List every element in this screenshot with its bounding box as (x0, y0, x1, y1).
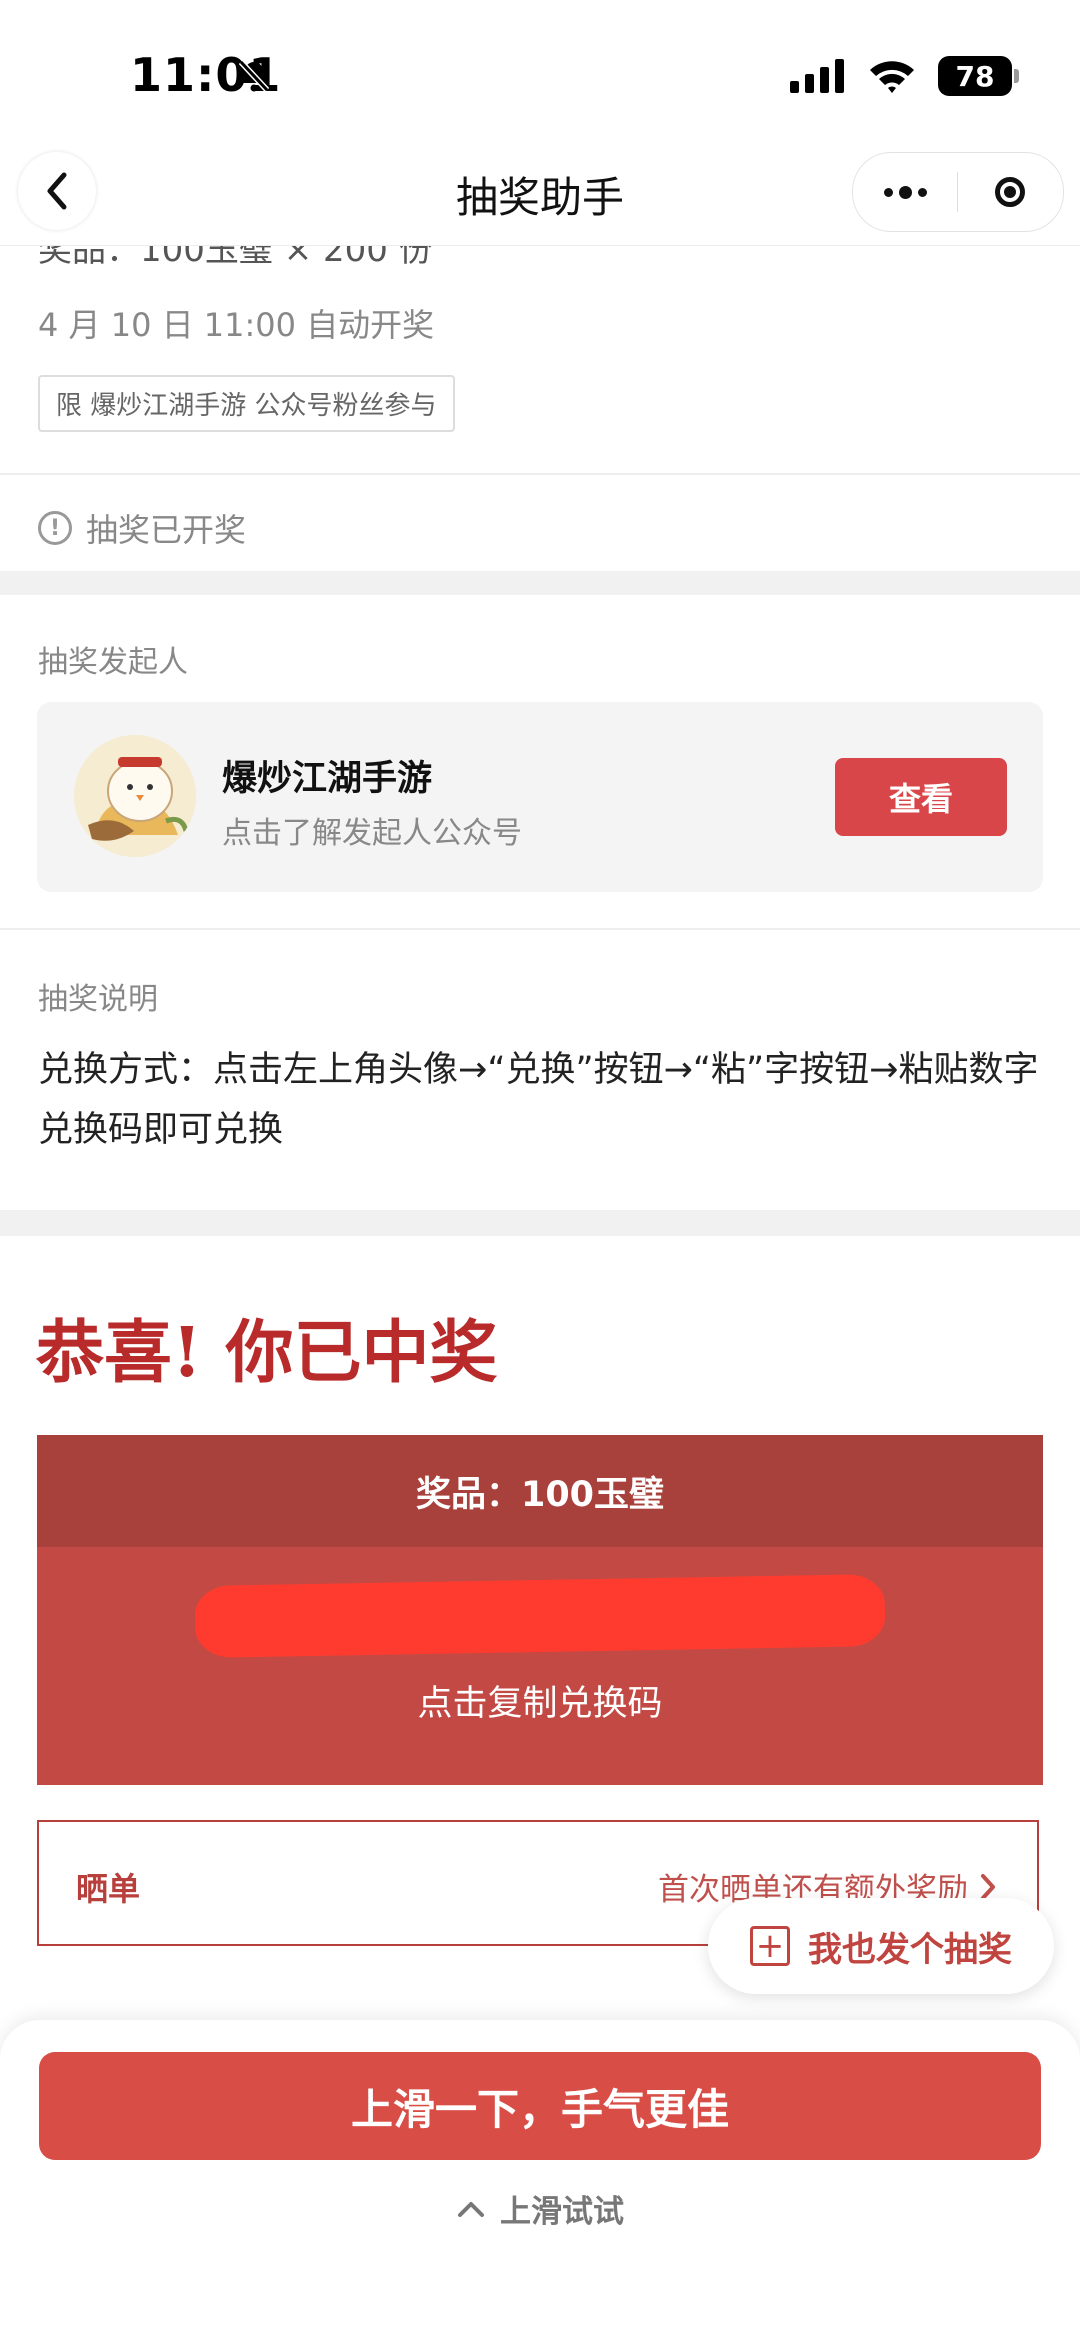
view-organizer-button[interactable]: 查看 (835, 758, 1007, 836)
close-mini-program-button[interactable] (958, 153, 1062, 231)
draw-status-text: 抽奖已开奖 (86, 511, 247, 549)
status-icons: 78 (790, 56, 1019, 96)
swipe-up-button[interactable]: 上滑一下，手气更佳 (39, 2052, 1041, 2160)
swipe-hint-text: 上滑试试 (500, 2194, 624, 2230)
congrats-heading: 恭喜! 你已中奖 (36, 1313, 498, 1393)
divider (0, 473, 1080, 475)
redacted-code-mark (194, 1573, 886, 1659)
swipe-hint[interactable]: 上滑试试 (0, 2186, 1080, 2231)
battery-indicator: 78 (938, 56, 1019, 96)
organizer-section-label: 抽奖发起人 (38, 645, 188, 680)
description-text: 兑换方式：点击左上角头像→“兑换”按钮→“粘”字按钮→粘贴数字兑换码即可兑换 (38, 1050, 1039, 1150)
participation-limit-tag: 限 爆炒江湖手游 公众号粉丝参与 (38, 375, 455, 432)
bell-mute-icon (236, 58, 272, 98)
more-menu-button[interactable] (853, 153, 957, 231)
more-dots-icon (883, 185, 927, 199)
share-label: 晒单 (76, 1870, 141, 1908)
copy-code-button[interactable]: 点击复制兑换码 (37, 1675, 1043, 1726)
exclamation-circle-icon: ! (38, 511, 72, 545)
plus-square-icon: + (750, 1926, 790, 1966)
create-lottery-fab[interactable]: + 我也发个抽奖 (708, 1898, 1054, 1994)
mini-program-capsule (852, 152, 1064, 232)
organizer-subtitle: 点击了解发起人公众号 (222, 816, 522, 851)
organizer-avatar[interactable] (74, 735, 196, 857)
wifi-icon (870, 61, 914, 93)
chevron-up-icon (458, 2201, 484, 2217)
draw-status: ! 抽奖已开奖 (38, 505, 246, 551)
chevron-right-icon (981, 1873, 995, 1900)
target-circle-icon (995, 177, 1025, 207)
section-gap (0, 1210, 1080, 1236)
prize-count-line-clipped: 奖品：100玉璧 × 200 份 (38, 246, 433, 268)
section-gap (0, 571, 1080, 595)
cellular-signal-icon (790, 59, 844, 93)
draw-time: 4 月 10 日 11:00 自动开奖 (38, 306, 435, 344)
prize-label: 奖品：100玉璧 (37, 1435, 1043, 1547)
create-lottery-label: 我也发个抽奖 (808, 1929, 1012, 1970)
description-section-label: 抽奖说明 (38, 982, 158, 1017)
divider (0, 928, 1080, 930)
organizer-name: 爆炒江湖手游 (222, 759, 433, 799)
